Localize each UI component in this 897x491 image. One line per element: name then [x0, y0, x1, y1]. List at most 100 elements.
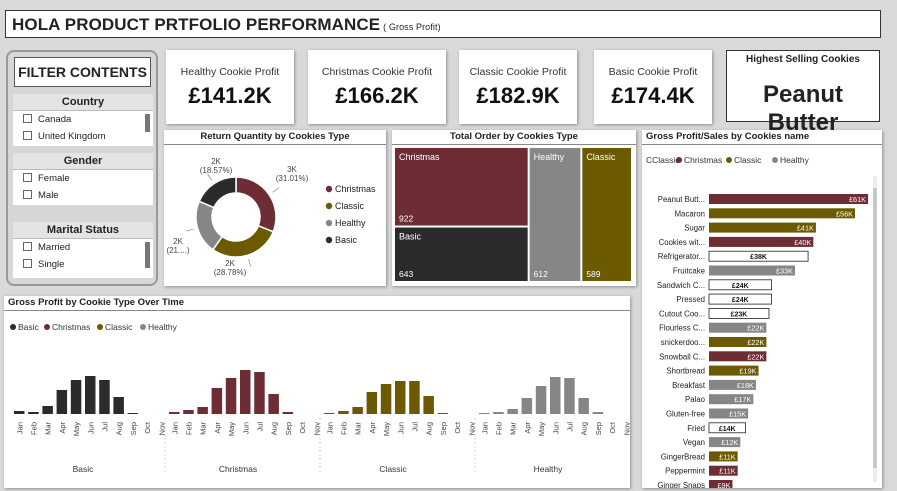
checkbox[interactable]: [23, 173, 32, 182]
kpi-christmas: Christmas Cookie Profit £166.2K: [308, 50, 446, 124]
month-tick-label: Aug: [115, 422, 124, 435]
bar-category-label: Fruitcake: [673, 267, 705, 276]
month-tick-label: Oct: [608, 421, 617, 434]
bar-category-label: Sandwich C...: [657, 281, 705, 290]
kpi-basic: Basic Cookie Profit £174.4K: [594, 50, 712, 124]
month-tick-label: Jul: [565, 422, 574, 432]
bar-category-label: Snowball C...: [659, 352, 705, 361]
option-label: Canada: [38, 114, 72, 125]
month-tick-label: Sep: [129, 422, 138, 435]
treemap-tile-label: Basic: [399, 232, 422, 242]
donut-percent-label: (21....): [166, 246, 189, 255]
series-axis-label: Christmas: [219, 464, 257, 474]
donut-value-label: 3K: [287, 165, 297, 174]
month-tick-label: Jun: [86, 422, 95, 434]
hbar-chart: CClassic Christmas Classic Healthy Peanut Bu…: [646, 155, 877, 488]
gender-option-male[interactable]: Male: [13, 187, 153, 204]
checkbox[interactable]: [23, 190, 32, 199]
treemap-tile-value: 612: [534, 269, 548, 279]
month-tick-label: Jan: [15, 422, 24, 434]
country-option-uk[interactable]: United Kingdom: [13, 128, 153, 145]
option-label: Male: [38, 190, 59, 201]
month-tick-label: May: [382, 422, 391, 436]
donut-value-label: 2K: [173, 237, 183, 246]
total-order-panel: Total Order by Cookies Type Christmas 922…: [392, 130, 636, 286]
month-tick-label: Aug: [580, 422, 589, 435]
time-bar: [437, 413, 449, 414]
bar-category-label: Sugar: [684, 224, 705, 233]
checkbox[interactable]: [23, 114, 32, 123]
time-bar: [183, 410, 194, 414]
marital-option-married[interactable]: Married: [13, 239, 153, 256]
time-bar: [197, 407, 208, 414]
donut-slice-healthy: [195, 200, 224, 251]
bar-value-label: £11K: [719, 452, 736, 461]
month-tick-label: Nov: [622, 422, 630, 436]
time-bar: [85, 376, 96, 414]
country-scrollbar[interactable]: [145, 114, 150, 132]
legend-label: Christmas: [335, 184, 376, 194]
bar-value-label: £14K: [719, 426, 736, 433]
kpi-label: Healthy Cookie Profit: [180, 66, 280, 78]
country-option-canada[interactable]: Canada: [13, 111, 153, 128]
marital-option-single[interactable]: Single: [13, 256, 153, 273]
bar-value-label: £33K: [776, 267, 793, 276]
month-tick-label: Jun: [396, 422, 405, 434]
bar-category-label: Macaron: [675, 209, 705, 218]
bar-value-label: £41K: [797, 224, 814, 233]
legend-label: CClassic: [646, 155, 680, 165]
kpi-value: £141.2K: [188, 83, 272, 108]
month-tick-label: May: [537, 422, 546, 436]
country-filter: Country Canada United Kingdom: [13, 94, 153, 146]
month-tick-label: Feb: [184, 422, 193, 435]
time-bar: [409, 381, 420, 414]
month-tick-label: Feb: [339, 422, 348, 435]
time-bar: [113, 397, 124, 414]
month-tick-label: Jan: [170, 422, 179, 434]
bar-value-label: £15K: [729, 410, 746, 419]
treemap-tile-value: 643: [399, 269, 413, 279]
legend-label: Basic: [18, 322, 40, 332]
bar-category-label: Cookies wit...: [659, 238, 705, 247]
time-bar: [535, 386, 547, 414]
filter-panel: FILTER CONTENTS Country Canada United Ki…: [6, 50, 158, 286]
checkbox[interactable]: [23, 131, 32, 140]
time-bar: [521, 398, 533, 414]
marital-scrollbar[interactable]: [145, 242, 150, 268]
month-tick-label: Jan: [480, 422, 489, 434]
title-bar: HOLA PRODUCT PRTFOLIO PERFORMANCE( Gross…: [5, 10, 881, 38]
option-label: Female: [38, 173, 70, 184]
country-filter-title: Country: [13, 94, 153, 111]
checkbox[interactable]: [23, 259, 32, 268]
treemap-tile-value: 589: [586, 269, 600, 279]
series-axis-label: Classic: [379, 464, 407, 474]
treemap-tile-label: Christmas: [399, 152, 440, 162]
gender-option-female[interactable]: Female: [13, 170, 153, 187]
month-tick-label: Sep: [594, 422, 603, 435]
donut-percent-label: (28.78%): [214, 268, 247, 277]
checkbox[interactable]: [23, 242, 32, 251]
treemap-tile-label: Healthy: [534, 152, 565, 162]
time-bar: [99, 380, 110, 414]
time-bar: [366, 392, 378, 414]
time-bar: [240, 370, 251, 414]
legend-label: Christmas: [684, 155, 722, 165]
bar-category-label: Ginger Snaps: [657, 481, 705, 488]
kpi-label: Highest Selling Cookies: [746, 54, 860, 65]
month-tick-label: Mar: [199, 422, 208, 435]
month-tick-label: Feb: [29, 422, 38, 435]
kpi-top-seller: Highest Selling Cookies Peanut Butter: [726, 50, 880, 136]
profit-over-time-panel: Gross Profit by Cookie Type Over Time Ba…: [4, 296, 630, 488]
kpi-label: Basic Cookie Profit: [608, 66, 698, 78]
time-bar: [268, 394, 279, 414]
month-tick-label: Mar: [509, 422, 518, 435]
month-tick-label: Aug: [270, 422, 279, 435]
legend-marker: [325, 219, 333, 227]
time-bar: [423, 396, 434, 414]
month-tick-label: May: [227, 422, 236, 436]
donut-value-label: 2K: [225, 259, 235, 268]
month-tick-label: Oct: [143, 421, 152, 434]
kpi-value: Peanut Butter: [762, 81, 843, 136]
option-label: United Kingdom: [38, 131, 106, 142]
donut-slice-basic: [198, 176, 237, 209]
